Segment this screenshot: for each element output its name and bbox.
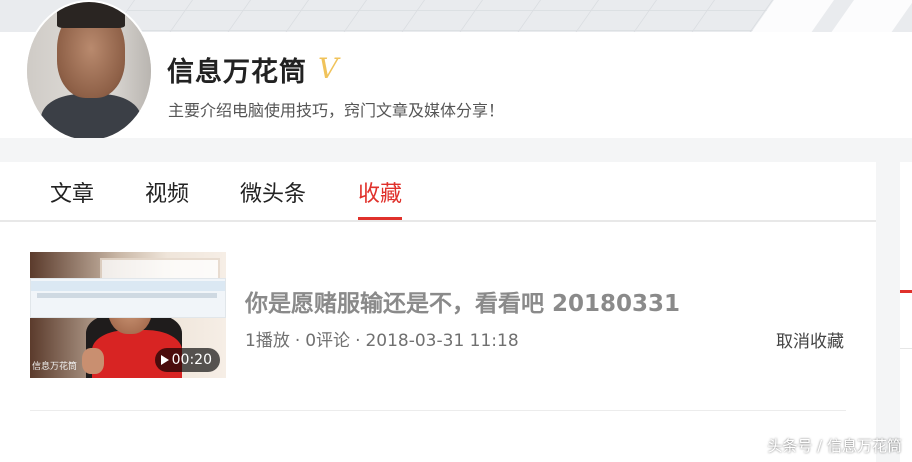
side-panel [900,162,912,462]
video-duration-badge: 00:20 [154,348,220,372]
play-count: 1播放 [245,331,290,351]
tab-videos[interactable]: 视频 [145,176,189,208]
item-title[interactable]: 你是愿赌服输还是不，看看吧 20180331 [245,284,680,318]
side-divider [900,348,912,349]
video-duration: 00:20 [171,352,212,368]
active-tab-indicator [358,217,402,220]
tab-favorites[interactable]: 收藏 [358,176,402,208]
play-icon [160,355,169,365]
profile-username: 信息万花筒 [167,57,307,88]
banner-pattern [98,0,782,32]
item-meta: 1播放 · 0评论 · 2018-03-31 11:18 [245,331,519,351]
comment-count: 0评论 [305,331,351,351]
source-watermark: 头条号 / 信息万花筒 [767,437,902,455]
cancel-favorite-button[interactable]: 取消收藏 [776,327,844,352]
profile-bio: 主要介绍电脑使用技巧，窍门文章及媒体分享！ [168,101,505,120]
profile-header: 信息万花筒 V 主要介绍电脑使用技巧，窍门文章及媒体分享！ [0,0,912,142]
avatar[interactable] [25,0,153,142]
profile-page: 信息万花筒 V 主要介绍电脑使用技巧，窍门文章及媒体分享！ 文章 视频 微头条 … [0,0,912,462]
verified-badge-icon: V [318,52,339,85]
thumbnail-watermark: 信息万花筒 [32,362,78,372]
side-accent [900,290,912,293]
tab-articles[interactable]: 文章 [50,176,94,208]
tab-micro-posts[interactable]: 微头条 [240,176,306,208]
video-thumbnail[interactable] [30,278,226,318]
item-divider [30,410,846,411]
publish-date: 2018-03-31 11:18 [365,331,519,351]
tab-bar: 文章 视频 微头条 收藏 [0,162,876,222]
